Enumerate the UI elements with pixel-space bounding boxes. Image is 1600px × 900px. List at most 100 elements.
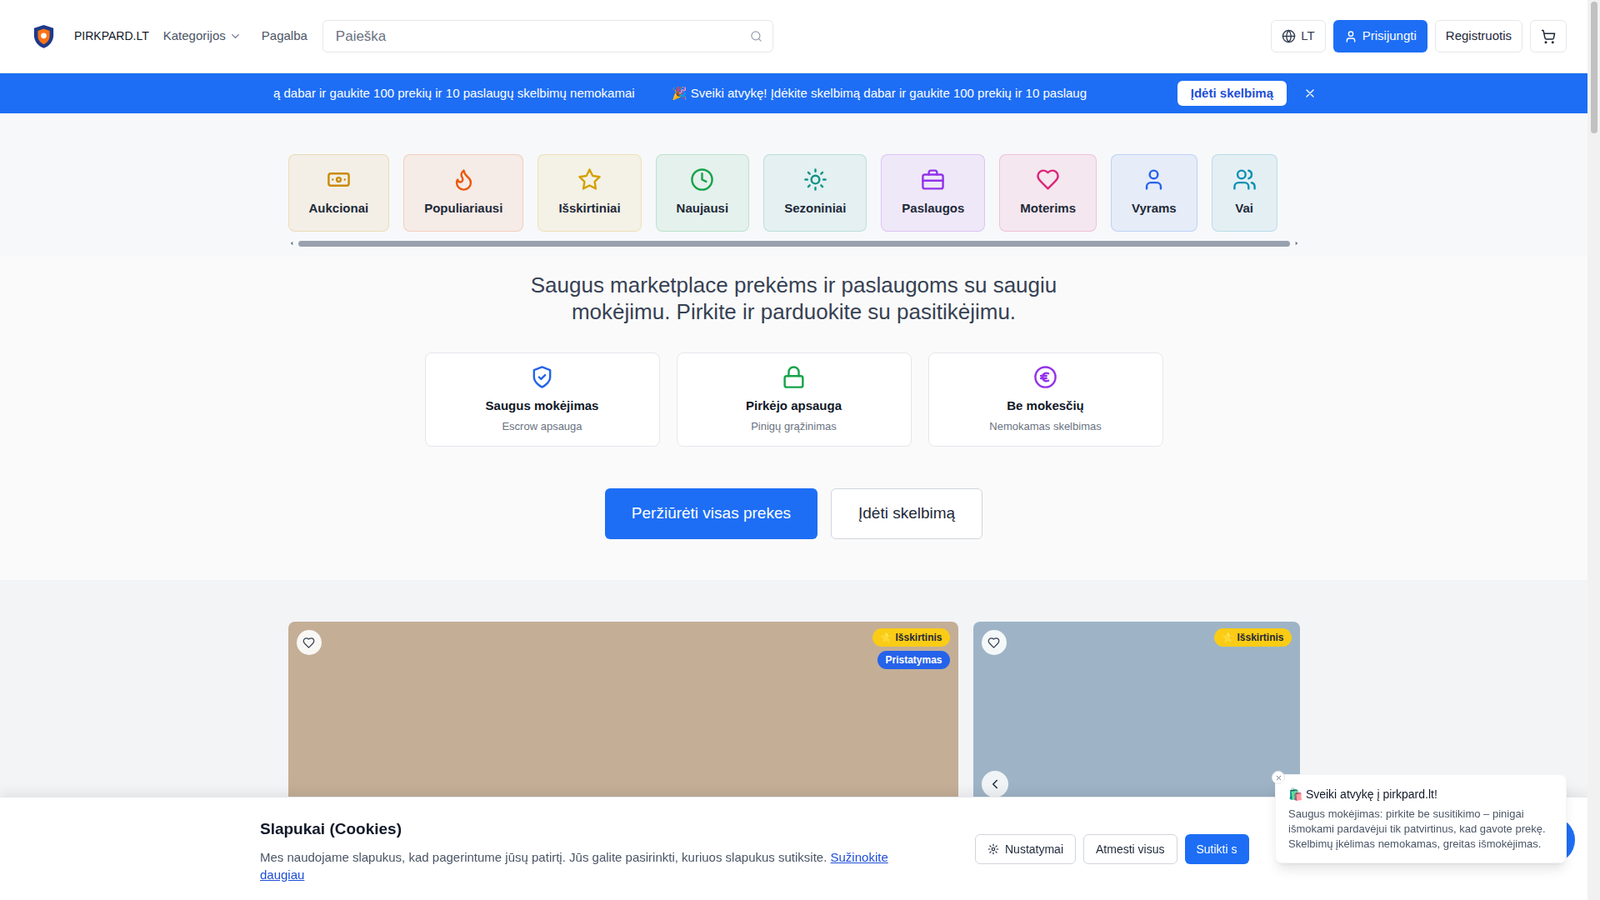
feature-card: Saugus mokėjimas Escrow apsauga	[425, 352, 660, 447]
reject-all-button[interactable]: Atmesti visus	[1083, 834, 1177, 865]
promo-banner: ą dabar ir gaukite 100 prekių ir 10 pasl…	[0, 73, 1588, 114]
search-box	[322, 20, 774, 53]
site-header: PIRKPARD.LT Kategorijos Pagalba LT Prisijung…	[0, 0, 1588, 74]
language-button[interactable]: LT	[1270, 20, 1325, 53]
cookie-description: Mes naudojame slapukus, kad pagerintume …	[260, 850, 827, 865]
category-strip-wrapper: Aukcionai Populiariausi Išskirtiniai Naujau…	[288, 154, 1300, 247]
promo-message: 🎉 Sveiki atvykę! Įdėkite skelbimą dabar …	[671, 84, 1087, 104]
users-icon	[1232, 167, 1257, 192]
category-label: Naujausi	[676, 199, 730, 219]
heart-icon	[302, 636, 315, 650]
gear-icon	[987, 843, 1000, 855]
category-label: Populiariausi	[424, 199, 503, 219]
post-listing-button[interactable]: Įdėti skelbimą	[830, 488, 983, 540]
hero-tagline: Saugus marketplace prekėms ir paslaugoms…	[506, 271, 1082, 325]
briefcase-icon	[920, 167, 945, 192]
hero-section: Saugus marketplace prekėms ir paslaugoms…	[0, 256, 1588, 580]
category-section: Aukcionai Populiariausi Išskirtiniai Naujau…	[0, 113, 1588, 257]
feature-subtitle: Nemokamas skelbimas	[989, 418, 1101, 435]
chevron-down-icon	[229, 30, 242, 43]
category-card[interactable]: Išskirtiniai	[537, 154, 641, 232]
hero-buttons: Peržiūrėti visas prekesĮdėti skelbimą	[0, 488, 1588, 540]
banknote-icon	[326, 167, 351, 192]
cart-button[interactable]	[1530, 20, 1567, 53]
category-label: Moterims	[1020, 199, 1076, 219]
cookie-title: Slapukai (Cookies)	[260, 817, 927, 842]
page-scrollbar-thumb[interactable]	[1590, 1, 1598, 134]
register-button[interactable]: Registruotis	[1435, 20, 1523, 53]
browse-all-button[interactable]: Peržiūrėti visas prekes	[605, 488, 818, 540]
main-nav: Kategorijos Pagalba	[163, 26, 308, 46]
listing-badge: Pristatymas	[877, 650, 950, 670]
euro-icon	[1033, 365, 1058, 390]
search-icon	[750, 30, 763, 43]
nav-label: Kategorijos	[163, 26, 226, 46]
user-icon	[1344, 30, 1358, 44]
accept-all-button[interactable]: Sutikti s	[1185, 834, 1250, 865]
cart-icon	[1540, 29, 1556, 45]
listing-badge: ⭐ Išskirtinis	[1214, 628, 1291, 647]
category-card[interactable]: Moterims	[999, 154, 1097, 232]
feature-subtitle: Pinigų grąžinimas	[750, 418, 837, 435]
login-button[interactable]: Prisijungti	[1333, 20, 1428, 53]
button-label: Nustatymai	[1005, 840, 1064, 859]
category-card[interactable]: Populiariausi	[403, 154, 524, 232]
nav-label: Pagalba	[261, 26, 308, 46]
scroll-left-icon	[288, 240, 295, 247]
cookie-buttons: Nustatymai Atmesti visus Sutikti s	[975, 834, 1250, 865]
feature-subtitle: Escrow apsauga	[501, 418, 582, 435]
brand-link[interactable]: PIRKPARD.LT	[30, 20, 150, 52]
page-scrollbar[interactable]	[1587, 0, 1600, 900]
cookie-text-block: Slapukai (Cookies) Mes naudojame slapukus…	[260, 817, 927, 884]
category-card[interactable]: Sezoniniai	[763, 154, 867, 232]
toast-text: Saugus mokėjimas: pirkite be susitikimo …	[1288, 806, 1554, 852]
welcome-toast: 🛍️ Sveiki atvykę į pirkpard.lt! Saugus mo…	[1275, 774, 1567, 864]
badge-list: ⭐ Išskirtinis	[1214, 628, 1291, 647]
category-label: Sezoniniai	[784, 199, 846, 219]
category-label: Išskirtiniai	[558, 199, 620, 219]
settings-button[interactable]: Nustatymai	[975, 834, 1076, 865]
banner-cta-button[interactable]: Įdėti skelbimą	[1177, 80, 1287, 106]
favorite-button[interactable]	[296, 630, 322, 655]
nav-item[interactable]: Kategorijos	[163, 26, 242, 46]
toast-title: 🛍️ Sveiki atvykę į pirkpard.lt!	[1288, 785, 1554, 804]
category-card[interactable]: Paslaugos	[880, 154, 985, 232]
clock-icon	[690, 167, 715, 192]
globe-icon	[1281, 29, 1296, 44]
chevron-left-icon	[987, 776, 1003, 792]
toast-close-button[interactable]	[1271, 770, 1285, 785]
favorite-button[interactable]	[981, 630, 1007, 655]
cookie-text: Mes naudojame slapukus, kad pagerintume …	[260, 848, 927, 884]
feature-list: Saugus mokėjimas Escrow apsauga Pirkėjo ap…	[0, 352, 1588, 447]
heart-icon	[987, 636, 1000, 650]
nav-item[interactable]: Pagalba	[261, 26, 308, 46]
listing-badge: ⭐ Išskirtinis	[872, 628, 950, 647]
category-card[interactable]: Aukcionai	[288, 154, 390, 232]
language-label: LT	[1300, 26, 1315, 46]
category-label: Aukcionai	[309, 199, 370, 219]
category-label: Vai	[1235, 199, 1254, 219]
brand-name: PIRKPARD.LT	[74, 27, 150, 45]
star-icon	[577, 167, 602, 192]
banner-close-button[interactable]	[1303, 86, 1317, 100]
sun-icon	[803, 167, 828, 192]
shield-check-icon	[530, 365, 555, 390]
category-card[interactable]: Vyrams	[1110, 154, 1198, 232]
category-card[interactable]: Vai	[1211, 154, 1278, 232]
feature-title: Be mokesčių	[1006, 396, 1085, 416]
category-label: Vyrams	[1131, 199, 1177, 219]
close-icon	[1303, 86, 1317, 100]
category-card[interactable]: Naujausi	[655, 154, 750, 232]
feature-title: Saugus mokėjimas	[485, 396, 600, 416]
category-scrollbar[interactable]	[288, 240, 1300, 247]
header-actions: LT PrisijungtiRegistruotis	[1270, 20, 1567, 53]
search-input[interactable]	[322, 20, 774, 53]
feature-title: Pirkėjo apsauga	[745, 396, 842, 416]
page: PIRKPARD.LT Kategorijos Pagalba LT Prisijung…	[0, 0, 1588, 900]
button-label: Sutikti s	[1196, 842, 1238, 856]
user-icon	[1141, 167, 1166, 192]
previous-photo-button[interactable]	[981, 770, 1009, 798]
heart-icon	[1035, 167, 1060, 192]
promo-marquee: ą dabar ir gaukite 100 prekių ir 10 pasl…	[273, 84, 1166, 104]
scrollbar-thumb[interactable]	[298, 240, 1290, 247]
